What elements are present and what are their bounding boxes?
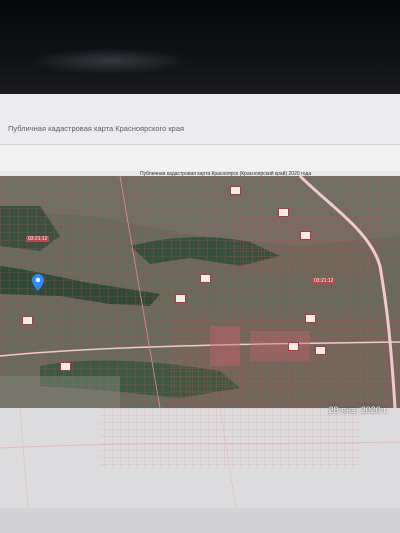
parcel-number-box[interactable] (315, 346, 326, 355)
monitor-bezel (0, 0, 400, 96)
parcel-number-box[interactable] (60, 362, 71, 371)
photo-date-stamp: 28 янв. 2020 г. (328, 405, 388, 415)
map-lower-area (0, 408, 400, 533)
parcel-number-box[interactable] (300, 231, 311, 240)
screen: Публичная кадастровая карта Красноярског… (0, 94, 400, 533)
page-header: Публичная кадастровая карта Красноярског… (0, 94, 400, 145)
parcel-number-box[interactable] (305, 314, 316, 323)
parcel-number-box[interactable] (288, 342, 299, 351)
cadastral-map[interactable]: 03:21:12 03:21:12 (0, 176, 400, 408)
subheader-bar (0, 145, 400, 171)
parcel-number-box[interactable] (200, 274, 211, 283)
lower-map-canvas (0, 408, 400, 533)
parcel-number-box[interactable] (230, 186, 241, 195)
parcel-number-box[interactable] (22, 316, 33, 325)
quarter-label-left: 03:21:12 (26, 236, 50, 242)
screen-glare (30, 48, 190, 74)
location-pin-icon[interactable] (32, 274, 44, 291)
map-canvas[interactable] (0, 176, 400, 408)
parcel-number-box[interactable] (175, 294, 186, 303)
map-pin[interactable] (32, 274, 44, 296)
page-title: Публичная кадастровая карта Красноярског… (8, 124, 185, 133)
quarter-label-right: 03:21:12 (312, 278, 336, 284)
parcel-number-box[interactable] (278, 208, 289, 217)
